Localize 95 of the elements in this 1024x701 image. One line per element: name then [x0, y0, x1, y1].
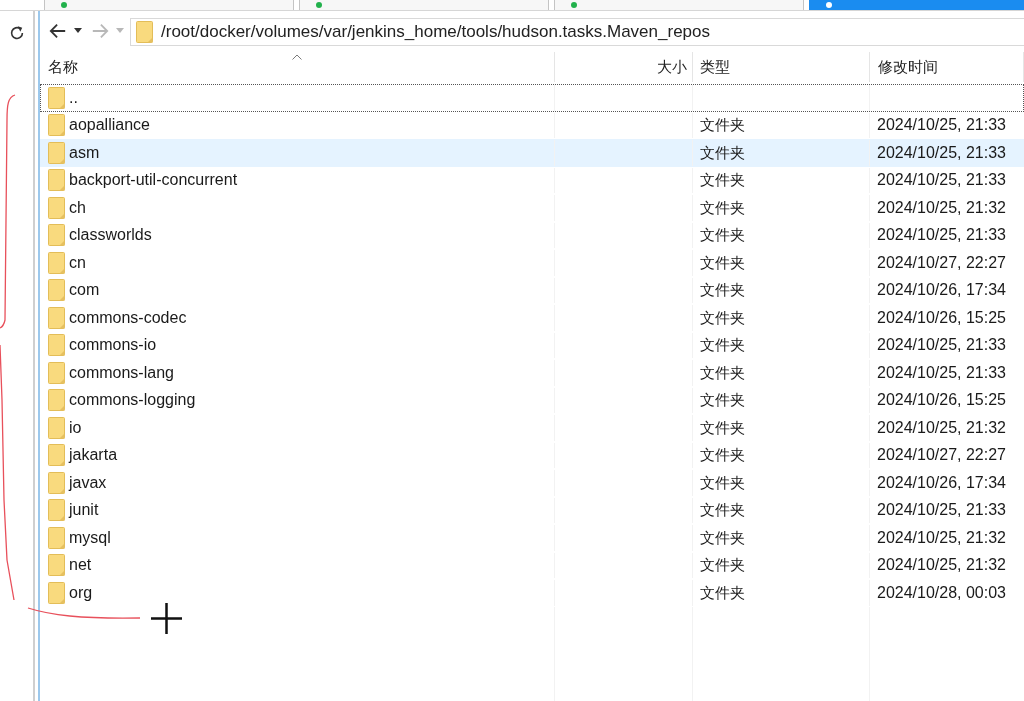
file-type: 文件夹 [700, 472, 745, 493]
folder-icon [48, 196, 65, 219]
file-type: 文件夹 [700, 445, 745, 465]
folder-icon [48, 86, 65, 109]
file-type: 文件夹 [700, 225, 745, 245]
modified-date: 2024/10/25, 21:33 [877, 362, 1006, 383]
modified-date: 2024/10/26, 15:25 [877, 390, 1006, 411]
folder-icon [48, 471, 65, 494]
file-type: 文件夹 [700, 527, 745, 548]
folder-name: commons-lang [69, 362, 174, 383]
modified-date: 2024/10/25, 21:32 [877, 555, 1006, 576]
modified-date: 2024/10/25, 21:33 [877, 115, 1006, 136]
folder-icon [48, 279, 65, 302]
tab[interactable] [299, 0, 549, 10]
modified-date: 2024/10/28, 00:03 [877, 582, 1006, 603]
column-header[interactable]: 修改时间 [870, 52, 1024, 82]
folder-icon [48, 334, 65, 357]
file-type: 文件夹 [700, 335, 745, 355]
modified-date: 2024/10/25, 21:33 [877, 225, 1006, 246]
modified-date: 2024/10/26, 15:25 [877, 307, 1006, 328]
modified-date: 2024/10/25, 21:33 [877, 142, 1006, 163]
folder-name: .. [69, 87, 78, 108]
tab[interactable] [809, 0, 1024, 10]
modified-date: 2024/10/25, 21:32 [877, 527, 1006, 548]
folder-name: asm [69, 142, 100, 163]
modified-date: 2024/10/25, 21:32 [877, 197, 1006, 218]
forward-arrow-icon [91, 21, 109, 40]
caret-icon[interactable] [74, 28, 82, 33]
tab[interactable] [44, 0, 294, 10]
file-type: 文件夹 [700, 307, 745, 328]
column-header[interactable]: 大小 [555, 52, 693, 82]
crosshair-cursor-icon [151, 603, 182, 634]
file-type: 文件夹 [700, 115, 745, 135]
folder-name: jakarta [69, 445, 118, 466]
modified-date: 2024/10/25, 21:32 [877, 417, 1006, 438]
file-type: 文件夹 [700, 280, 745, 300]
column-header[interactable]: 名称 [40, 52, 555, 82]
folder-name: commons-codec [69, 307, 187, 328]
file-type: 文件夹 [700, 417, 745, 438]
folder-name: commons-io [69, 335, 157, 356]
folder-name: aopalliance [69, 115, 150, 136]
file-row[interactable]: .. [40, 84, 1024, 112]
file-type: 文件夹 [700, 142, 745, 163]
folder-icon [48, 141, 65, 164]
folder-icon [48, 554, 65, 577]
status-dot-icon [826, 2, 832, 8]
file-type: 文件夹 [700, 582, 745, 603]
address-path: /root/docker/volumes/var/jenkins_home/tools/hudson.tasks.Maven_repos [161, 20, 710, 43]
modified-date: 2024/10/25, 21:33 [877, 335, 1006, 356]
folder-icon [48, 114, 65, 137]
folder-name: net [69, 555, 92, 576]
file-type: 文件夹 [700, 390, 745, 410]
file-type: 文件夹 [700, 170, 745, 190]
modified-date: 2024/10/26, 17:34 [877, 280, 1006, 301]
folder-icon [48, 251, 65, 274]
file-row[interactable]: asm 文件夹 2024/10/25, 21:33 [40, 139, 1024, 167]
folder-icon [48, 389, 65, 412]
folder-name: io [69, 417, 82, 438]
folder-name: classworlds [69, 225, 152, 246]
folder-icon [48, 361, 65, 384]
status-dot-icon [61, 2, 67, 8]
column-header[interactable]: 类型 [693, 52, 870, 82]
back-arrow-icon [49, 21, 67, 40]
folder-name: cn [69, 252, 86, 273]
folder-icon [48, 526, 65, 549]
status-dot-icon [316, 2, 322, 8]
folder-icon [48, 416, 65, 439]
file-type: 文件夹 [700, 362, 745, 383]
folder-icon [48, 169, 65, 192]
address-field[interactable]: /root/docker/volumes/var/jenkins_home/tools/hudson.tasks.Maven_repos [130, 17, 1024, 46]
file-type: 文件夹 [700, 197, 745, 218]
folder-name: junit [69, 500, 99, 521]
folder-icon [48, 306, 65, 329]
modified-date: 2024/10/27, 22:27 [877, 445, 1006, 466]
folder-name: ch [69, 197, 86, 218]
modified-date: 2024/10/27, 22:27 [877, 252, 1006, 273]
folder-name: com [69, 280, 100, 301]
modified-date: 2024/10/25, 21:33 [877, 170, 1006, 191]
file-type: 文件夹 [700, 252, 745, 273]
folder-name: org [69, 582, 93, 603]
folder-icon [48, 224, 65, 247]
folder-icon [48, 499, 65, 522]
folder-name: backport-util-concurrent [69, 170, 238, 191]
folder-icon [136, 20, 153, 43]
file-type: 文件夹 [700, 555, 745, 575]
modified-date: 2024/10/26, 17:34 [877, 472, 1006, 493]
tab[interactable] [554, 0, 804, 10]
file-type: 文件夹 [700, 500, 745, 520]
modified-date: 2024/10/25, 21:33 [877, 500, 1006, 521]
folder-name: commons-logging [69, 390, 196, 411]
folder-name: javax [69, 472, 107, 493]
folder-icon [48, 444, 65, 467]
folder-name: mysql [69, 527, 111, 548]
folder-icon [48, 581, 65, 604]
status-dot-icon [571, 2, 577, 8]
